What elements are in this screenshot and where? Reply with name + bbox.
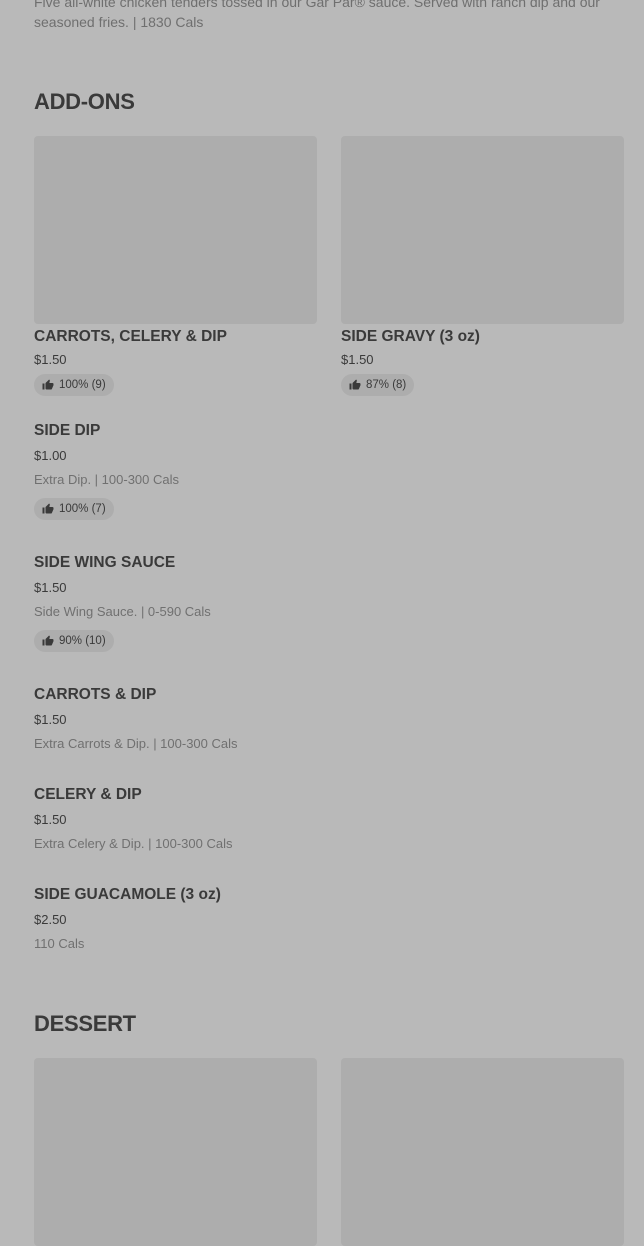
item-image-placeholder[interactable] [34,136,317,324]
item-description: 110 Cals [34,936,85,951]
item-description: Side Wing Sauce. | 0-590 Cals [34,604,211,619]
rating-badge: 87% (8) [341,374,415,396]
item-name[interactable]: SIDE GUACAMOLE (3 oz) [34,886,221,904]
item-price: $2.50 [34,912,67,927]
item-image-placeholder[interactable] [341,136,624,324]
thumbs-up-icon [42,503,54,514]
rating-badge: 100% (9) [34,374,114,396]
section-title-dessert: DESSERT [34,1011,136,1036]
item-price: $1.50 [341,352,374,367]
thumbs-up-icon [42,635,54,646]
item-name[interactable]: CELERY & DIP [34,786,142,804]
dessert-card-image-placeholder[interactable] [34,1058,317,1246]
thumbs-up-icon [349,379,361,390]
rating-badge: 100% (7) [34,498,114,520]
item-name[interactable]: SIDE DIP [34,422,100,440]
item-description: Extra Dip. | 100-300 Cals [34,472,179,487]
section-title-add-ons: ADD-ONS [34,89,135,114]
rating-badge: 90% (10) [34,630,114,652]
rating-text: 90% (10) [59,635,106,647]
thumbs-up-icon [42,379,54,390]
item-price: $1.50 [34,352,67,367]
item-name[interactable]: SIDE GRAVY (3 oz) [341,328,480,346]
item-description: Extra Celery & Dip. | 100-300 Cals [34,836,233,851]
item-name[interactable]: CARROTS, CELERY & DIP [34,328,227,346]
item-price: $1.00 [34,448,67,463]
previous-item-description: Five all-white chicken tenders tossed in… [34,0,600,30]
dessert-card-image-placeholder[interactable] [341,1058,624,1246]
rating-text: 100% (9) [59,379,106,391]
item-name[interactable]: SIDE WING SAUCE [34,554,175,572]
item-price: $1.50 [34,712,67,727]
item-name[interactable]: CARROTS & DIP [34,686,156,704]
item-description: Extra Carrots & Dip. | 100-300 Cals [34,736,238,751]
rating-text: 100% (7) [59,503,106,515]
rating-text: 87% (8) [366,379,407,391]
item-price: $1.50 [34,812,67,827]
item-price: $1.50 [34,580,67,595]
